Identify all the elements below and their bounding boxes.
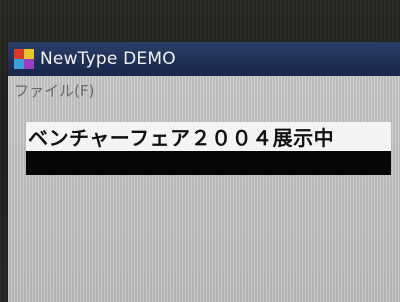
title-bar[interactable]: NewType DEMO bbox=[8, 42, 400, 76]
app-icon-purple-tile bbox=[24, 59, 34, 69]
banner-text: ベンチャーフェア２００４展示中 bbox=[28, 126, 335, 150]
app-icon[interactable] bbox=[14, 49, 34, 69]
window-title: NewType DEMO bbox=[40, 49, 176, 69]
app-icon-yellow-tile bbox=[24, 49, 34, 59]
banner-label: ベンチャーフェア２００４展示中 bbox=[26, 122, 391, 151]
app-icon-red-tile bbox=[14, 49, 24, 59]
menu-item-file[interactable]: ファイル(F) bbox=[14, 80, 94, 101]
menu-bar: ファイル(F) bbox=[8, 76, 400, 104]
app-icon-blue-tile bbox=[14, 59, 24, 69]
text-input-field[interactable] bbox=[26, 151, 391, 175]
app-window: NewType DEMO ファイル(F) ベンチャーフェア２００４展示中 bbox=[8, 42, 400, 302]
